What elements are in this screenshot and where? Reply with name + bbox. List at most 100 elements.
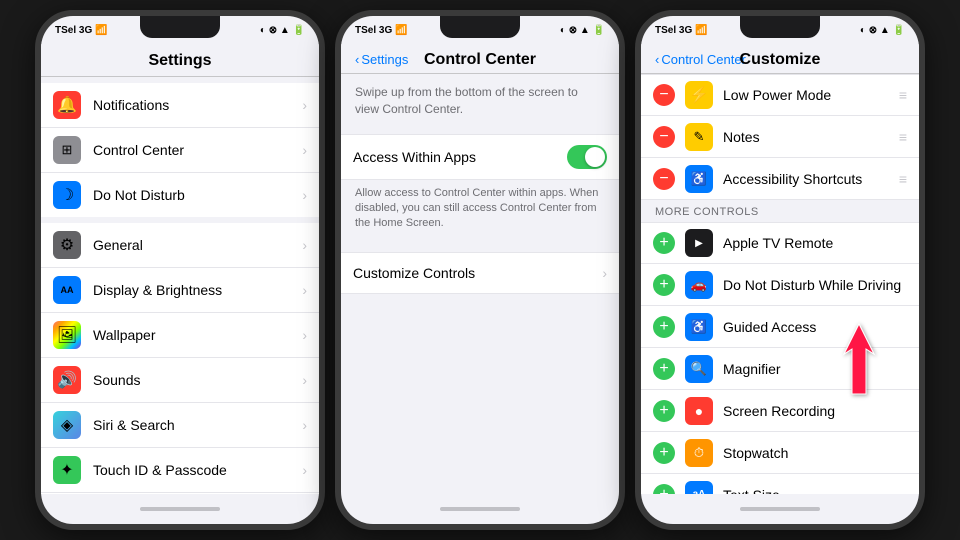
chevron-icon: › [602,265,607,281]
settings-item-display[interactable]: AA Display & Brightness › [41,268,319,313]
wallpaper-label: Wallpaper [93,327,302,343]
settings-item-notifications[interactable]: 🔔 Notifications › [41,83,319,128]
notifications-label: Notifications [93,97,302,113]
general-icon: ⚙ [53,231,81,259]
settings-item-wallpaper[interactable]: 🖼 Wallpaper › [41,313,319,358]
drag-handle[interactable]: ≡ [899,129,907,145]
control-item-notes[interactable]: − ✎ Notes ≡ [641,116,919,158]
settings-item-touchid[interactable]: ✦ Touch ID & Passcode › [41,448,319,493]
add-dnd-driving-btn[interactable]: + [653,274,675,296]
status-bar-3: TSel 3G 📶 09.38 ◐ ⊗ ▲ 🔋 [641,16,919,44]
drag-handle[interactable]: ≡ [899,171,907,187]
add-stopwatch-btn[interactable]: + [653,442,675,464]
status-left-2: TSel 3G 📶 [355,25,407,36]
control-item-dnd-driving[interactable]: + 🚗 Do Not Disturb While Driving [641,264,919,306]
general-label: General [93,237,302,253]
low-power-label: Low Power Mode [723,87,899,103]
phone-control-center: TSel 3G 📶 09.38 ◐ ⊗ ▲ 🔋 ‹ Settings Contr… [335,10,625,530]
wallpaper-icon: 🖼 [53,321,81,349]
touchid-icon: ✦ [53,456,81,484]
divider [341,124,619,134]
settings-item-control-center[interactable]: ⊞ Control Center › [41,128,319,173]
status-bar-2: TSel 3G 📶 09.38 ◐ ⊗ ▲ 🔋 [341,16,619,44]
chevron-icon: › [302,417,307,433]
add-appletv-btn[interactable]: + [653,232,675,254]
siri-icon: ◈ [53,411,81,439]
notes-label: Notes [723,129,899,145]
back-chevron-2: ‹ [655,52,659,67]
customize-controls-item[interactable]: Customize Controls › [341,252,619,294]
remove-notes-btn[interactable]: − [653,126,675,148]
status-time-3: 09.38 [770,24,798,36]
home-indicator-3[interactable] [740,507,820,511]
phone-bottom-2 [341,494,619,524]
add-textsize-btn[interactable]: + [653,484,675,495]
chevron-icon: › [302,372,307,388]
control-item-magnifier[interactable]: + 🔍 Magnifier [641,348,919,390]
add-magnifier-btn[interactable]: + [653,358,675,380]
back-chevron: ‹ [355,52,359,67]
customize-screen: ‹ Control Center Customize − ⚡ Low Power… [641,44,919,494]
control-item-guided-access[interactable]: + ♿ Guided Access [641,306,919,348]
back-button-2[interactable]: ‹ Control Center [655,52,746,67]
remove-low-power-btn[interactable]: − [653,84,675,106]
toggle-label: Access Within Apps [353,149,567,165]
chevron-icon: › [302,187,307,203]
status-right-2: ◐ ⊗ ▲ 🔋 [560,25,605,36]
dnd-driving-icon: 🚗 [685,271,713,299]
settings-item-siri[interactable]: ◈ Siri & Search › [41,403,319,448]
guided-access-label: Guided Access [723,319,907,335]
control-center-nav: ‹ Settings Control Center [341,44,619,74]
control-item-accessibility[interactable]: − ♿ Accessibility Shortcuts ≡ [641,158,919,200]
control-center-label: Control Center [93,142,302,158]
magnifier-icon: 🔍 [685,355,713,383]
dnd-label: Do Not Disturb [93,187,302,203]
control-center-icon: ⊞ [53,136,81,164]
control-item-screen-recording[interactable]: + ● Screen Recording [641,390,919,432]
access-toggle[interactable] [567,145,607,169]
back-button[interactable]: ‹ Settings [355,52,408,67]
home-indicator-2[interactable] [440,507,520,511]
appletv-icon: ▶ [685,229,713,257]
home-indicator-1[interactable] [140,507,220,511]
textsize-icon: aA [685,481,713,495]
access-within-apps-row[interactable]: Access Within Apps [341,134,619,180]
control-item-low-power[interactable]: − ⚡ Low Power Mode ≡ [641,74,919,116]
status-right-1: ◐ ⊗ ▲ 🔋 [260,25,305,36]
add-screen-recording-btn[interactable]: + [653,400,675,422]
settings-list: 🔔 Notifications › ⊞ Control Center › ☽ D… [41,77,319,494]
phone-settings: TSel 3G 📶 09.38 ◐ ⊗ ▲ 🔋 Settings 🔔 Notif… [35,10,325,530]
chevron-icon: › [302,282,307,298]
more-controls-header: MORE CONTROLS [641,200,919,222]
customize-title: Customize [740,51,821,69]
settings-title: Settings [148,52,211,69]
settings-item-sounds[interactable]: 🔊 Sounds › [41,358,319,403]
control-item-stopwatch[interactable]: + ⏱ Stopwatch [641,432,919,474]
control-item-appletv[interactable]: + ▶ Apple TV Remote [641,222,919,264]
textsize-label: Text Size [723,487,907,495]
accessibility-icon: ♿ [685,165,713,193]
customize-nav: ‹ Control Center Customize [641,44,919,74]
settings-item-general[interactable]: ⚙ General › [41,223,319,268]
screen-recording-label: Screen Recording [723,403,907,419]
sounds-icon: 🔊 [53,366,81,394]
remove-accessibility-btn[interactable]: − [653,168,675,190]
status-time-2: 09.38 [470,24,498,36]
dnd-icon: ☽ [53,181,81,209]
add-guided-access-btn[interactable]: + [653,316,675,338]
settings-screen: Settings 🔔 Notifications › ⊞ Control Cen… [41,44,319,494]
settings-item-dnd[interactable]: ☽ Do Not Disturb › [41,173,319,217]
chevron-icon: › [302,237,307,253]
touchid-label: Touch ID & Passcode [93,462,302,478]
notifications-icon: 🔔 [53,91,81,119]
customize-label: Customize Controls [353,265,602,281]
display-icon: AA [53,276,81,304]
divider [341,242,619,252]
status-right-3: ◐ ⊗ ▲ 🔋 [860,25,905,36]
low-power-icon: ⚡ [685,81,713,109]
accessibility-label: Accessibility Shortcuts [723,171,899,187]
phone-bottom-1 [41,494,319,524]
chevron-icon: › [302,327,307,343]
control-item-textsize[interactable]: + aA Text Size [641,474,919,494]
drag-handle[interactable]: ≡ [899,87,907,103]
